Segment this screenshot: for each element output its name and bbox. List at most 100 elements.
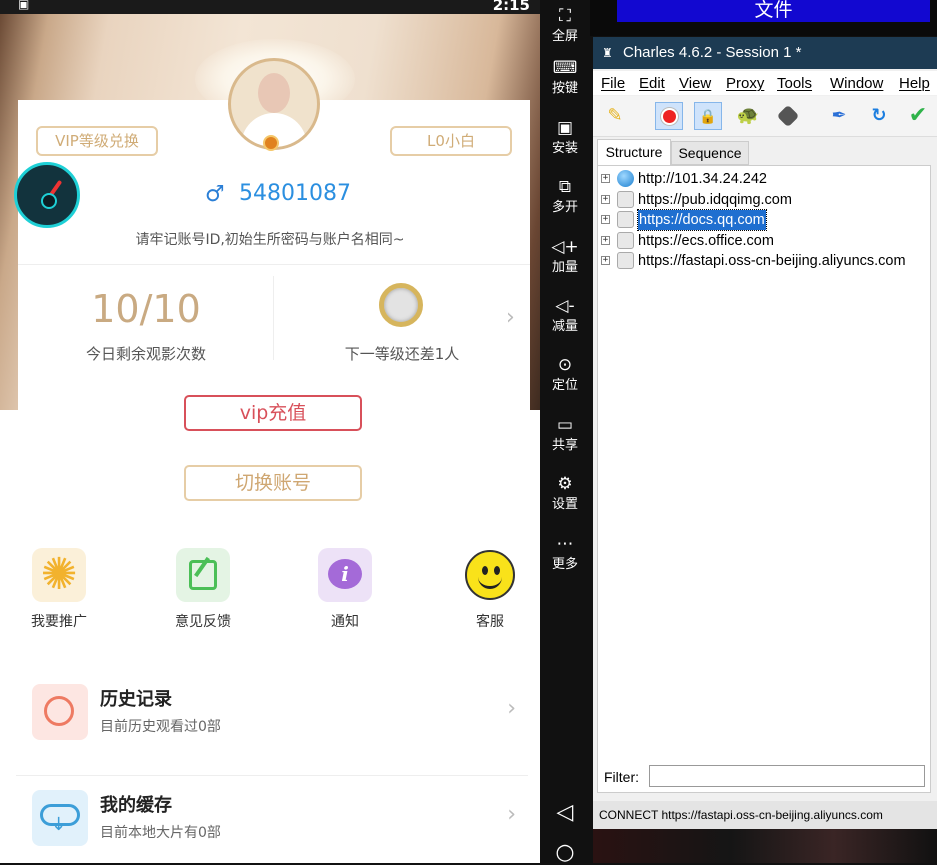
back-button[interactable]: ◁ [540,800,590,825]
host-label[interactable]: https://ecs.office.com [638,231,774,251]
account-id: 54801087 [239,181,351,206]
host-tree: + http://101.34.24.242 + https://pub.idq… [597,165,931,765]
history-row[interactable]: 历史记录 目前历史观看过0部 › [16,672,528,762]
expand-icon[interactable]: + [601,256,610,265]
level-medal-icon[interactable] [379,283,423,327]
male-icon: ♂ [205,182,225,207]
chevron-right-icon[interactable]: › [506,305,515,330]
charles-logo-icon: ♜ [602,46,613,60]
chevron-right-icon: › [507,696,516,721]
repeat-icon[interactable]: ↻ [865,102,893,130]
history-clock-icon [32,684,88,740]
gear-icon: ⚙ [557,474,573,494]
cloud-download-icon: ↓ [32,790,88,846]
lock-icon [617,232,634,249]
level-button[interactable]: L0小白 [390,126,512,156]
file-tab[interactable]: 文件 [617,0,930,22]
views-remaining-count: 10/10 [91,287,201,331]
smiley-headset-icon [463,548,517,602]
stop-icon [776,104,800,128]
next-level-label[interactable]: 下一等级还差1人 [274,343,530,364]
vip-exchange-button[interactable]: VIP等级兑换 [36,126,158,156]
menu-view[interactable]: View [679,75,711,92]
volume-down-icon: ◁- [555,296,575,316]
lock-icon [617,252,634,269]
info-icon: i [318,548,372,602]
keymap-button[interactable]: ⌨ 按键 [540,58,590,97]
multi-instance-button[interactable]: ⧉ 多开 [540,177,590,216]
filter-input[interactable] [649,765,925,787]
expand-icon[interactable]: + [601,215,610,224]
cache-subtitle: 目前本地大片有0部 [100,825,221,841]
desktop-background [593,829,937,863]
menu-help[interactable]: Help [899,75,930,92]
location-button[interactable]: ⊙ 定位 [540,355,590,394]
host-label[interactable]: http://101.34.24.242 [638,169,767,189]
window-title: Charles 4.6.2 - Session 1 * [623,44,802,61]
more-icon: ⋯ [556,534,574,554]
cache-row[interactable]: ↓ 我的缓存 目前本地大片有0部 › [16,778,528,863]
settings-button[interactable]: ⚙ 设置 [540,474,590,513]
folder-icon: ▭ [556,415,574,435]
menu-edit[interactable]: Edit [639,75,665,92]
globe-icon [617,170,634,187]
cache-title: 我的缓存 [100,795,172,816]
notice-label: 通知 [331,614,359,630]
filter-bar: Filter: [597,763,931,793]
home-icon: ○ [555,840,575,865]
stop-breakpoints-button[interactable] [774,102,802,130]
status-bar: ▣ 2:15 [0,0,540,14]
record-button[interactable] [655,102,683,130]
tab-structure[interactable]: Structure [597,139,671,165]
feedback-button[interactable]: 意见反馈 [148,548,258,631]
install-apk-button[interactable]: ▣ 安装 [540,118,590,157]
notice-button[interactable]: i 通知 [290,548,400,631]
feedback-label: 意见反馈 [175,614,231,630]
validate-check-icon[interactable]: ✔ [904,102,932,130]
expand-icon[interactable]: + [601,236,610,245]
menu-file[interactable]: File [601,75,625,92]
volume-up-button[interactable]: ◁+ 加量 [540,237,590,276]
emulator-sidebar: ⛶ 全屏 ⌨ 按键 ▣ 安装 ⧉ 多开 ◁+ 加量 ◁- 减量 ⊙ 定位 ▭ 共… [540,0,590,865]
ssl-proxy-button[interactable]: 🔒 [694,102,722,130]
lock-icon [617,191,634,208]
avatar-badge-icon [263,135,279,151]
expand-icon[interactable]: + [601,174,610,183]
window-titlebar[interactable]: ♜ Charles 4.6.2 - Session 1 * [593,37,937,69]
notification-icon: ▣ [18,0,30,11]
volume-down-button[interactable]: ◁- 减量 [540,296,590,335]
lock-icon: 🔒 [699,109,717,125]
back-icon: ◁ [556,800,574,825]
expand-icon[interactable]: + [601,195,610,204]
host-label[interactable]: https://pub.idqqimg.com [638,190,792,210]
host-label[interactable]: https://fastapi.oss-cn-beijing.aliyuncs.… [638,251,906,271]
host-label-selected[interactable]: https://docs.qq.com [637,209,767,231]
location-pin-icon: ⊙ [557,355,573,375]
lock-icon [617,211,634,228]
home-button[interactable]: ○ [540,840,590,865]
status-time: 2:15 [492,0,530,14]
vip-recharge-button[interactable]: vip充值 [184,395,362,431]
filter-label: Filter: [604,769,639,785]
broom-icon[interactable]: ✎ [601,102,629,130]
speedometer-icon[interactable] [14,162,80,228]
views-remaining-label: 今日剩余观影次数 [85,345,206,363]
menu-tools[interactable]: Tools [777,75,812,92]
customer-service-button[interactable]: 客服 [435,548,540,631]
fullscreen-button[interactable]: ⛶ 全屏 [540,6,590,45]
throttle-turtle-icon[interactable]: 🐢 [734,102,762,130]
compose-pen-icon[interactable]: ✒ [825,102,853,130]
more-button[interactable]: ⋯ 更多 [540,534,590,573]
menu-proxy[interactable]: Proxy [726,75,764,92]
apk-icon: ▣ [556,118,574,138]
menu-window[interactable]: Window [830,75,883,92]
account-hint: 请牢记账号ID,初始生所密码与账户名相同~ [135,232,405,248]
customer-service-label: 客服 [476,614,504,630]
tab-sequence[interactable]: Sequence [671,141,749,165]
menu-bar: File Edit View Proxy Tools Window Help [593,71,937,95]
record-icon [663,110,676,123]
promote-button[interactable]: ✺ 我要推广 [4,548,114,631]
fullscreen-icon: ⛶ [559,6,571,26]
switch-account-button[interactable]: 切换账号 [184,465,362,501]
share-folder-button[interactable]: ▭ 共享 [540,415,590,454]
